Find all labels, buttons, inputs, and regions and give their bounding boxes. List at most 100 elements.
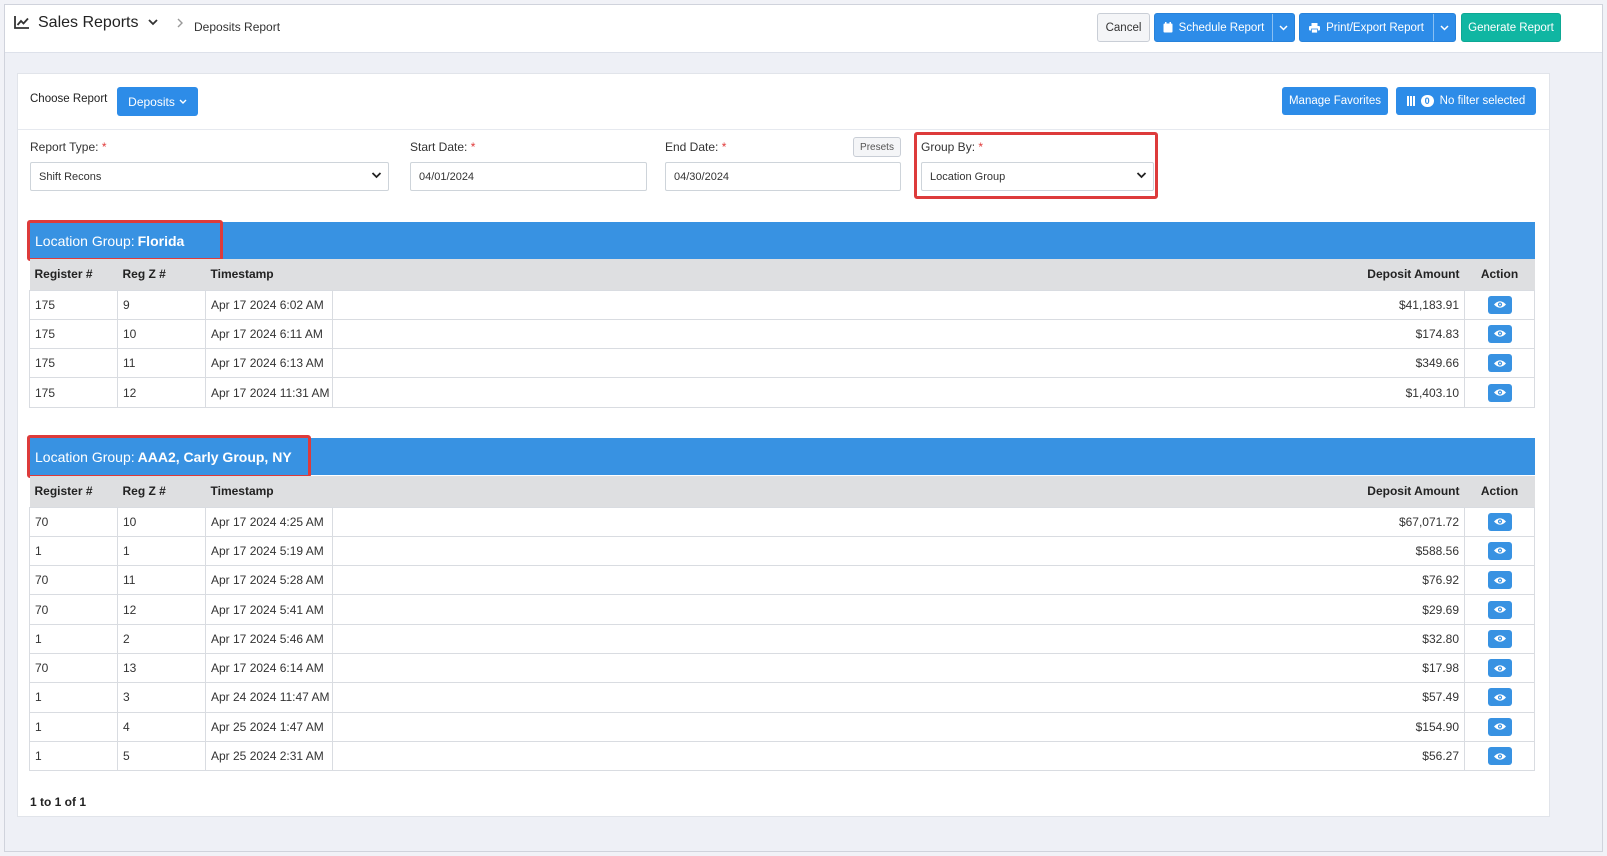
cell-action <box>1464 565 1535 596</box>
column-header-action: Action <box>1464 476 1535 507</box>
cell-timestamp: Apr 17 2024 5:41 AM <box>205 594 333 625</box>
view-button[interactable] <box>1487 688 1512 707</box>
deposits-table: Register # Reg Z # Timestamp Deposit Amo… <box>29 259 1535 408</box>
breadcrumb: Deposits Report <box>194 20 281 34</box>
cell-amount: $1,403.10 <box>332 377 1465 408</box>
required-marker: * <box>470 140 476 154</box>
chevron-down-icon <box>179 99 187 104</box>
table-row: 1 5 Apr 25 2024 2:31 AM $56.27 <box>29 740 1535 772</box>
end-date-label: End Date: * <box>665 140 726 154</box>
filter-count-badge: 0 <box>1420 95 1434 107</box>
cell-action <box>1464 740 1535 772</box>
cell-timestamp: Apr 17 2024 4:25 AM <box>205 506 333 537</box>
column-header-amount[interactable]: Deposit Amount <box>332 259 1465 290</box>
schedule-report-button[interactable]: Schedule Report <box>1154 13 1295 42</box>
cell-timestamp: Apr 25 2024 1:47 AM <box>205 711 333 742</box>
cell-register: 175 <box>29 348 118 379</box>
view-button[interactable] <box>1487 571 1512 590</box>
column-header-register[interactable]: Register # <box>29 476 118 507</box>
app-brand[interactable]: Sales Reports <box>14 14 159 32</box>
table-row: 1 1 Apr 17 2024 5:19 AM $588.56 <box>29 535 1535 567</box>
cancel-button[interactable]: Cancel <box>1097 13 1150 42</box>
end-date-input[interactable]: 04/30/2024 <box>665 162 901 191</box>
eye-icon <box>1493 752 1507 761</box>
cell-regz: 10 <box>117 506 206 537</box>
generate-report-button[interactable]: Generate Report <box>1461 13 1561 42</box>
view-button[interactable] <box>1487 512 1512 531</box>
view-button[interactable] <box>1487 295 1512 314</box>
report-type-label-text: Report Type: <box>30 140 99 154</box>
view-button[interactable] <box>1487 324 1512 343</box>
chevron-down-icon[interactable] <box>1433 14 1455 41</box>
table-row: 70 11 Apr 17 2024 5:28 AM $76.92 <box>29 565 1535 596</box>
filter-icon <box>1406 96 1415 106</box>
filter-button[interactable]: 0 No filter selected <box>1396 87 1536 115</box>
printer-icon <box>1309 22 1321 33</box>
cell-action <box>1464 289 1535 320</box>
column-header-regz[interactable]: Reg Z # <box>117 259 206 290</box>
view-button[interactable] <box>1487 659 1512 678</box>
eye-icon <box>1493 546 1507 555</box>
cell-amount: $174.83 <box>332 318 1465 350</box>
view-button[interactable] <box>1487 629 1512 648</box>
cell-register: 70 <box>29 565 118 596</box>
table-row: 70 13 Apr 17 2024 6:14 AM $17.98 <box>29 652 1535 684</box>
chevron-right-icon <box>176 17 184 32</box>
highlight-box <box>27 435 311 478</box>
start-date-value: 04/01/2024 <box>419 170 475 183</box>
print-export-button[interactable]: Print/Export Report <box>1299 13 1456 42</box>
chevron-down-icon <box>371 170 382 183</box>
cell-amount: $57.49 <box>332 682 1465 713</box>
cell-regz: 12 <box>117 594 206 625</box>
table-row: 70 10 Apr 17 2024 4:25 AM $67,071.72 <box>29 506 1535 537</box>
start-date-label: Start Date: * <box>410 140 475 154</box>
cell-action <box>1464 318 1535 350</box>
highlight-box <box>27 220 223 261</box>
cell-action <box>1464 711 1535 742</box>
eye-icon <box>1493 722 1507 731</box>
presets-button[interactable]: Presets <box>853 137 901 157</box>
cell-action <box>1464 652 1535 684</box>
cell-regz: 13 <box>117 652 206 684</box>
choose-report-label: Choose Report <box>30 93 108 105</box>
report-select-button[interactable]: Deposits <box>117 87 198 116</box>
cell-amount: $29.69 <box>332 594 1465 625</box>
cell-register: 1 <box>29 740 118 772</box>
print-export-label: Print/Export Report <box>1326 21 1424 34</box>
cell-register: 1 <box>29 711 118 742</box>
cell-register: 70 <box>29 652 118 684</box>
cell-register: 175 <box>29 289 118 320</box>
column-header-amount[interactable]: Deposit Amount <box>332 476 1465 507</box>
column-header-timestamp[interactable]: Timestamp <box>205 259 333 290</box>
view-button[interactable] <box>1487 747 1512 766</box>
manage-favorites-button[interactable]: Manage Favorites <box>1282 87 1388 115</box>
cell-amount: $76.92 <box>332 565 1465 596</box>
chart-line-icon <box>14 15 30 32</box>
app-title: Sales Reports <box>38 14 139 31</box>
start-date-input[interactable]: 04/01/2024 <box>410 162 647 191</box>
chevron-down-icon[interactable] <box>1272 14 1294 41</box>
view-button[interactable] <box>1487 383 1512 402</box>
filter-label: No filter selected <box>1439 95 1526 107</box>
cell-amount: $56.27 <box>332 740 1465 772</box>
eye-icon <box>1493 605 1507 614</box>
cell-amount: $32.80 <box>332 623 1465 654</box>
cell-amount: $41,183.91 <box>332 289 1465 320</box>
column-header-register[interactable]: Register # <box>29 259 118 290</box>
column-header-action: Action <box>1464 259 1535 290</box>
deposits-table: Register # Reg Z # Timestamp Deposit Amo… <box>29 476 1535 772</box>
cell-amount: $349.66 <box>332 348 1465 379</box>
cell-regz: 2 <box>117 623 206 654</box>
report-type-value: Shift Recons <box>39 170 102 183</box>
view-button[interactable] <box>1487 354 1512 373</box>
view-button[interactable] <box>1487 717 1512 736</box>
column-header-regz[interactable]: Reg Z # <box>117 476 206 507</box>
column-header-timestamp[interactable]: Timestamp <box>205 476 333 507</box>
view-button[interactable] <box>1487 600 1512 619</box>
pagination-info: 1 to 1 of 1 <box>30 795 87 809</box>
cell-regz: 5 <box>117 740 206 772</box>
eye-icon <box>1493 300 1507 309</box>
report-type-select[interactable]: Shift Recons <box>30 162 389 191</box>
cell-timestamp: Apr 25 2024 2:31 AM <box>205 740 333 772</box>
view-button[interactable] <box>1487 541 1512 560</box>
